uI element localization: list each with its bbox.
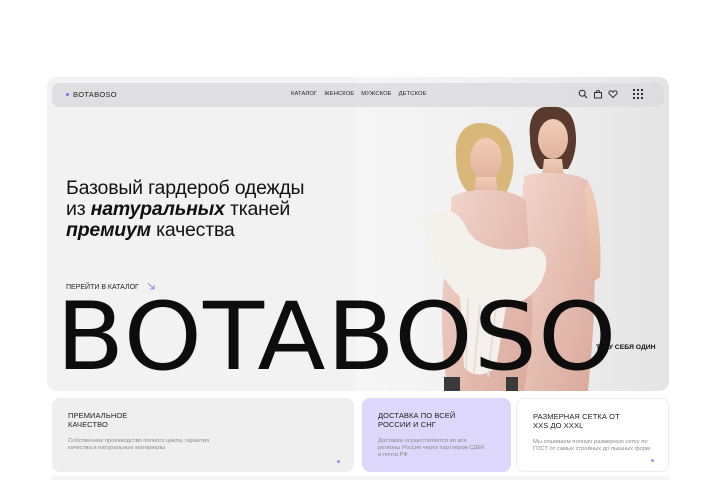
logo-dot-icon [66, 93, 69, 96]
headline-text: из [66, 198, 91, 220]
headline-text: качества [150, 219, 235, 241]
card-text: Доставка осуществляется во все регионы Р… [378, 438, 485, 458]
headline-text: тканей [224, 198, 291, 220]
grid-menu-icon[interactable] [632, 88, 644, 100]
hero-headline: Базовый гардероб одежды из натуральных т… [66, 177, 305, 241]
card-text: Мы отшиваем полную размерную сетку по ГО… [533, 439, 650, 452]
next-section-edge [52, 476, 669, 480]
headline-emphasis: натуральных [90, 198, 225, 220]
heart-icon[interactable] [608, 89, 618, 99]
nav-item-women[interactable]: ЖЕНСКОЕ [324, 91, 354, 97]
feature-card-delivery: ДОСТАВКА ПО ВСЕЙ РОССИИ И СНГ Доставка о… [362, 398, 511, 472]
logo-text: BOTABOSO [73, 90, 117, 99]
headline-emphasis: премиум [66, 219, 151, 241]
nav-item-men[interactable]: МУЖСКОЕ [361, 91, 391, 97]
card-title: РАЗМЕРНАЯ СЕТКА ОТ XXS ДО XXXL [533, 412, 620, 430]
feature-card-quality: ПРЕМИАЛЬНОЕ КАЧЕСТВО Собственное произво… [52, 398, 354, 472]
main-nav: КАТАЛОГ ЖЕНСКОЕ МУЖСКОЕ ДЕТСКОЕ [291, 91, 427, 97]
headline-line-3: премиум качества [66, 220, 304, 241]
site-logo[interactable]: BOTABOSO [66, 90, 117, 99]
bag-icon[interactable] [593, 89, 603, 99]
search-icon[interactable] [578, 89, 588, 99]
hero-slogan: ТЫ У СЕБЯ ОДИН [596, 344, 656, 351]
card-dot-icon [651, 459, 654, 462]
nav-item-kids[interactable]: ДЕТСКОЕ [399, 91, 427, 97]
card-text: Собственное производство полного цикла, … [68, 438, 210, 451]
nav-icon-group [578, 89, 618, 99]
card-title: ДОСТАВКА ПО ВСЕЙ РОССИИ И СНГ [378, 411, 456, 429]
headline-line-1: Базовый гардероб одежды [66, 177, 305, 199]
feature-card-sizes: РАЗМЕРНАЯ СЕТКА ОТ XXS ДО XXXL Мы отшива… [516, 398, 669, 472]
nav-item-catalog[interactable]: КАТАЛОГ [291, 91, 317, 97]
card-title: ПРЕМИАЛЬНОЕ КАЧЕСТВО [68, 411, 128, 429]
card-dot-icon [337, 460, 340, 463]
headline-line-2: из натуральных тканей [66, 199, 304, 220]
brand-wordmark: BOTABOSO [56, 283, 618, 392]
